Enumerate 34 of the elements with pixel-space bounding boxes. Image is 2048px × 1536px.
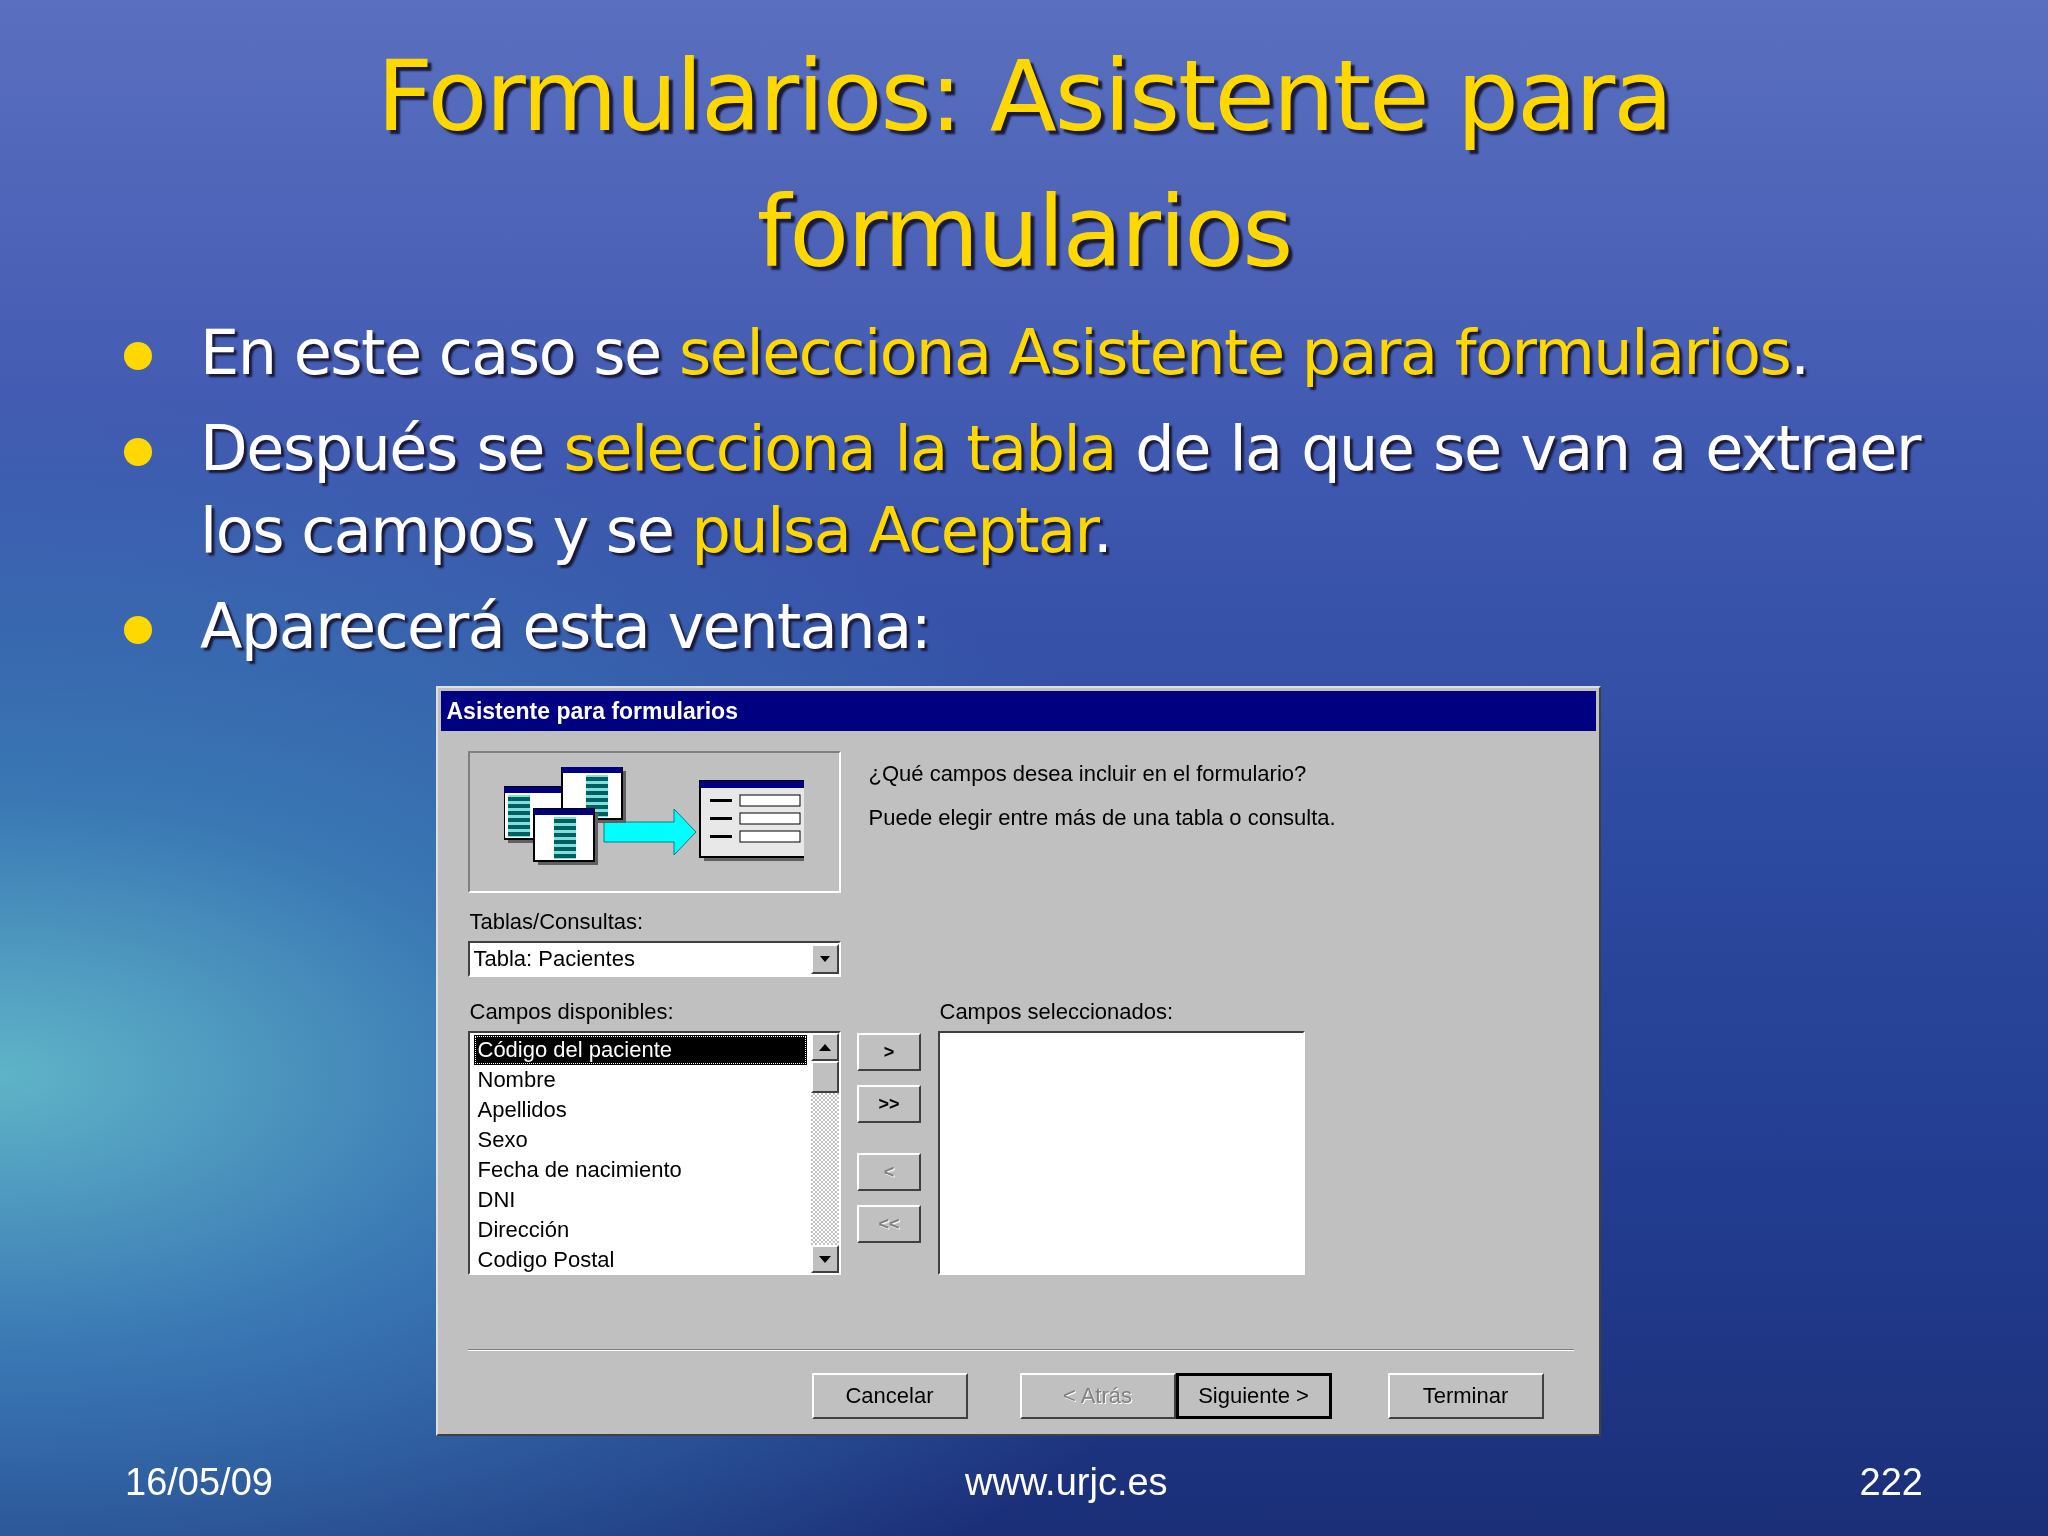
list-item[interactable]: Dirección bbox=[473, 1215, 807, 1245]
field-label: Campos seleccionados: bbox=[939, 999, 1175, 1025]
hint-text: Puede elegir entre más de una tabla o consulta. bbox=[868, 805, 1336, 831]
scroll-down-icon[interactable] bbox=[810, 1245, 839, 1273]
bullet-icon bbox=[124, 342, 152, 370]
prompt-text: ¿Qué campos desea incluir en el formulario? bbox=[868, 761, 1308, 787]
list-item[interactable]: Fecha de nacimiento bbox=[473, 1155, 807, 1185]
bullet-text: En este caso se selecciona Asistente para formularios. bbox=[200, 315, 1810, 391]
slide-title: Formularios: Asistente para formularios bbox=[375, 38, 1673, 291]
slide-date: 16/05/09 bbox=[125, 1461, 273, 1504]
scrollbar[interactable] bbox=[810, 1033, 839, 1273]
list-item[interactable]: Nombre bbox=[473, 1065, 807, 1095]
bullet-text: Aparecerá esta ventana: bbox=[200, 589, 932, 665]
list-item[interactable]: Codigo Postal bbox=[473, 1245, 807, 1275]
field-label: Tablas/Consultas: bbox=[469, 909, 645, 935]
bullet-icon bbox=[124, 438, 152, 466]
scroll-thumb[interactable] bbox=[810, 1061, 839, 1093]
move-field-button[interactable]: > bbox=[857, 1033, 921, 1071]
slide-number: 222 bbox=[1859, 1461, 1923, 1504]
bullet-icon bbox=[124, 616, 152, 644]
list-item[interactable]: Sexo bbox=[473, 1125, 807, 1155]
scroll-up-icon[interactable] bbox=[810, 1033, 839, 1061]
dialog-title-bar: Asistente para formularios bbox=[440, 691, 1596, 731]
list-item[interactable]: DNI bbox=[473, 1185, 807, 1215]
list-item[interactable]: Apellidos bbox=[473, 1095, 807, 1125]
dialog-button[interactable]: Siguiente > bbox=[1175, 1373, 1332, 1419]
slide-url: www.urjc.es bbox=[964, 1461, 1168, 1504]
table-dropdown[interactable]: Tabla: Pacientes bbox=[467, 941, 841, 977]
dialog-button[interactable]: Terminar bbox=[1387, 1373, 1544, 1419]
dialog-button[interactable]: Cancelar bbox=[811, 1373, 968, 1419]
move-field-button[interactable]: >> bbox=[857, 1085, 921, 1123]
field-label: Campos disponibles: bbox=[469, 999, 675, 1025]
list-item[interactable]: Código del paciente bbox=[473, 1035, 807, 1065]
bullet-text: Después se selecciona la tabla de la que se van a extraer los campos y se pulsa Aceptar. bbox=[200, 411, 1920, 569]
